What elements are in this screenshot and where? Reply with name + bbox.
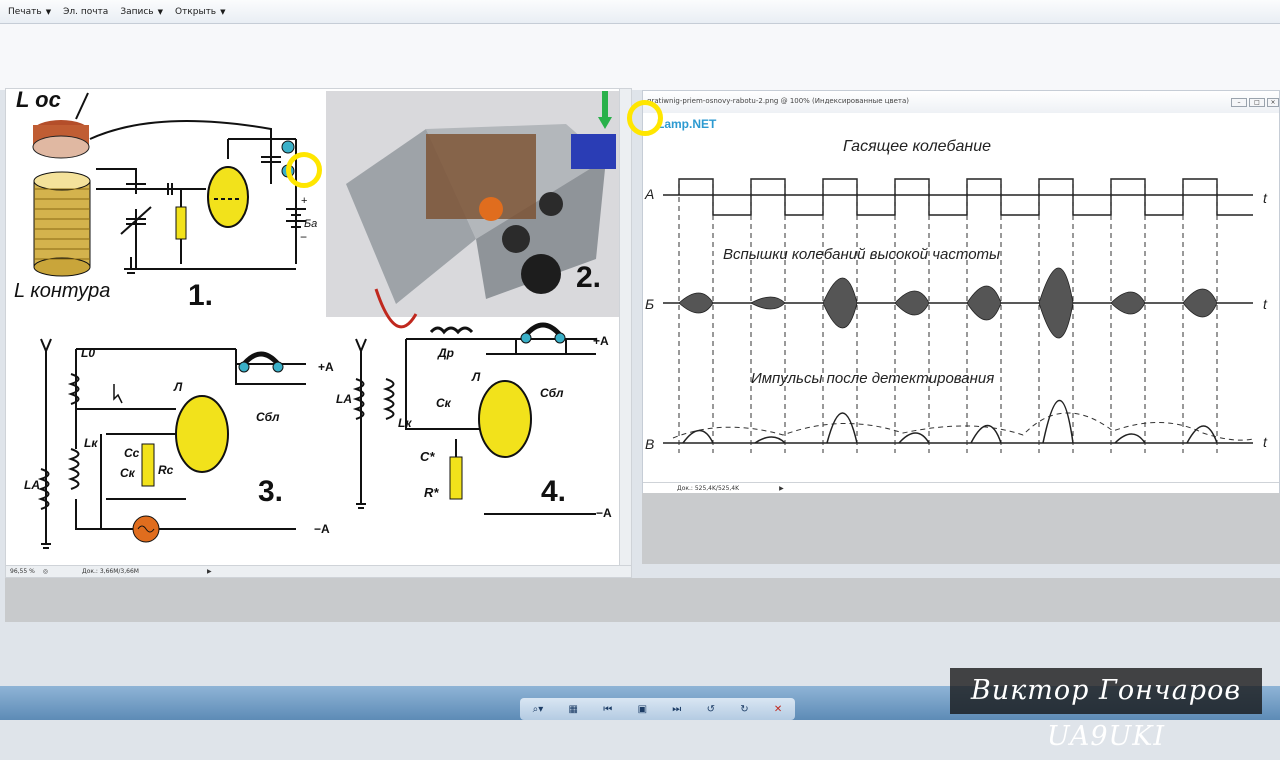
label-la: LA bbox=[24, 478, 40, 492]
slideshow-icon[interactable]: ▣ bbox=[638, 704, 647, 715]
label-la-4: LA bbox=[336, 392, 352, 406]
label-rc: Rc bbox=[158, 463, 174, 477]
label-cbl-4: Cбл bbox=[540, 386, 564, 400]
left-scroll-arrow-icon[interactable]: ▶ bbox=[207, 568, 212, 575]
label-cc: Cc bbox=[124, 446, 140, 460]
prev-icon[interactable]: ⏮ bbox=[603, 704, 612, 715]
row-label-b: Б bbox=[645, 296, 654, 312]
label-l-os: L ос bbox=[16, 89, 61, 112]
menu-email[interactable]: Эл. почта bbox=[63, 7, 108, 17]
row-label-a: А bbox=[644, 186, 654, 202]
label-l0: L0 bbox=[81, 346, 95, 360]
label-plus-a-4: +A bbox=[593, 334, 609, 348]
close-button[interactable]: × bbox=[1267, 98, 1279, 107]
highlight-circle-2 bbox=[627, 100, 663, 136]
label-lk: Lк bbox=[84, 436, 98, 450]
rotate-left-icon[interactable]: ↺ bbox=[707, 704, 715, 715]
viewer-background bbox=[0, 24, 1280, 90]
minimize-button[interactable]: – bbox=[1231, 98, 1247, 107]
graph-title: Гасящее колебание bbox=[843, 138, 991, 155]
bottom-gray-area bbox=[5, 578, 1280, 622]
label-l-4: Л bbox=[471, 370, 481, 384]
label-minus: − bbox=[300, 230, 307, 244]
label-minus-a-4: −A bbox=[596, 506, 612, 520]
viewer-controls: ⌕▾ ▦ ⏮ ▣ ⏭ ↺ ↻ ✕ bbox=[520, 698, 795, 720]
right-doc-info: Док.: 525,4K/525,4K bbox=[677, 485, 740, 492]
left-doc-info: Док.: 3,66M/3,66M bbox=[82, 568, 139, 575]
label-bursts: Вспышки колебаний высокой частоты bbox=[723, 246, 1000, 263]
panel-2-photo: 2. bbox=[326, 91, 629, 329]
label-dr: Др bbox=[437, 346, 454, 360]
left-zoom-icon[interactable]: ◎ bbox=[43, 568, 48, 575]
rotate-right-icon[interactable]: ↻ bbox=[740, 704, 748, 715]
row-label-v: В bbox=[645, 436, 654, 452]
panel-1: L ос L контура + − Ба 1. bbox=[14, 87, 317, 312]
label-c-star: C* bbox=[420, 449, 435, 464]
label-pulses: Импульсы после детектирования bbox=[751, 370, 994, 387]
label-ba: Ба bbox=[304, 218, 317, 230]
left-status-bar: 96,55 % ◎ Док.: 3,66M/3,66M ▶ bbox=[6, 565, 631, 577]
label-plus: + bbox=[301, 195, 307, 207]
t-label-b: t bbox=[1263, 296, 1268, 312]
t-label-a: t bbox=[1263, 190, 1268, 206]
highlight-circle bbox=[286, 152, 322, 188]
maximize-button[interactable]: □ bbox=[1249, 98, 1265, 107]
panel-3 bbox=[37, 338, 306, 549]
label-ck-4: Cк bbox=[436, 396, 452, 410]
label-num4: 4. bbox=[541, 475, 566, 508]
t-label-v: t bbox=[1263, 434, 1268, 450]
label-l-kontura: L контура bbox=[14, 280, 110, 302]
label-num2: 2. bbox=[576, 261, 601, 294]
delete-icon[interactable]: ✕ bbox=[774, 704, 782, 715]
menu-bar: Печать ▼ Эл. почта Запись ▼ Открыть ▼ bbox=[0, 0, 1280, 24]
label-l-3: Л bbox=[173, 380, 183, 394]
label-lk-4: Lк bbox=[398, 416, 412, 430]
next-icon[interactable]: ⏭ bbox=[672, 704, 681, 715]
label-num3: 3. bbox=[258, 475, 283, 508]
label-plus-a-3: +A bbox=[318, 360, 334, 374]
menu-print[interactable]: Печать ▼ bbox=[8, 7, 51, 17]
left-vertical-scrollbar[interactable] bbox=[619, 89, 631, 565]
label-cbl-3: Cбл bbox=[256, 410, 280, 424]
coil-l-kontura bbox=[33, 171, 91, 277]
fit-icon[interactable]: ▦ bbox=[569, 704, 578, 715]
label-num1: 1. bbox=[188, 279, 213, 312]
menu-open[interactable]: Открыть ▼ bbox=[175, 7, 226, 17]
mouse-cursor-icon bbox=[113, 384, 123, 404]
right-window-title: gratiwnig-priem-osnovy-rabotu-2.png @ 10… bbox=[643, 91, 1279, 113]
menu-burn[interactable]: Запись ▼ bbox=[120, 7, 163, 17]
label-minus-a-3: −A bbox=[314, 522, 330, 536]
right-empty-area bbox=[642, 493, 1280, 564]
oscillation-graph: Гасящее колебание А Б В t t t Вспышки ко… bbox=[644, 138, 1268, 453]
left-zoom-value: 96,55 % bbox=[10, 568, 35, 575]
author-signature: Виктор Гончаров UA9UKI bbox=[950, 668, 1262, 752]
label-r-star: R* bbox=[424, 485, 439, 500]
right-scroll-arrow-icon[interactable]: ▶ bbox=[779, 485, 784, 492]
label-ck: Cк bbox=[120, 466, 136, 480]
zoom-icon[interactable]: ⌕▾ bbox=[533, 704, 544, 715]
